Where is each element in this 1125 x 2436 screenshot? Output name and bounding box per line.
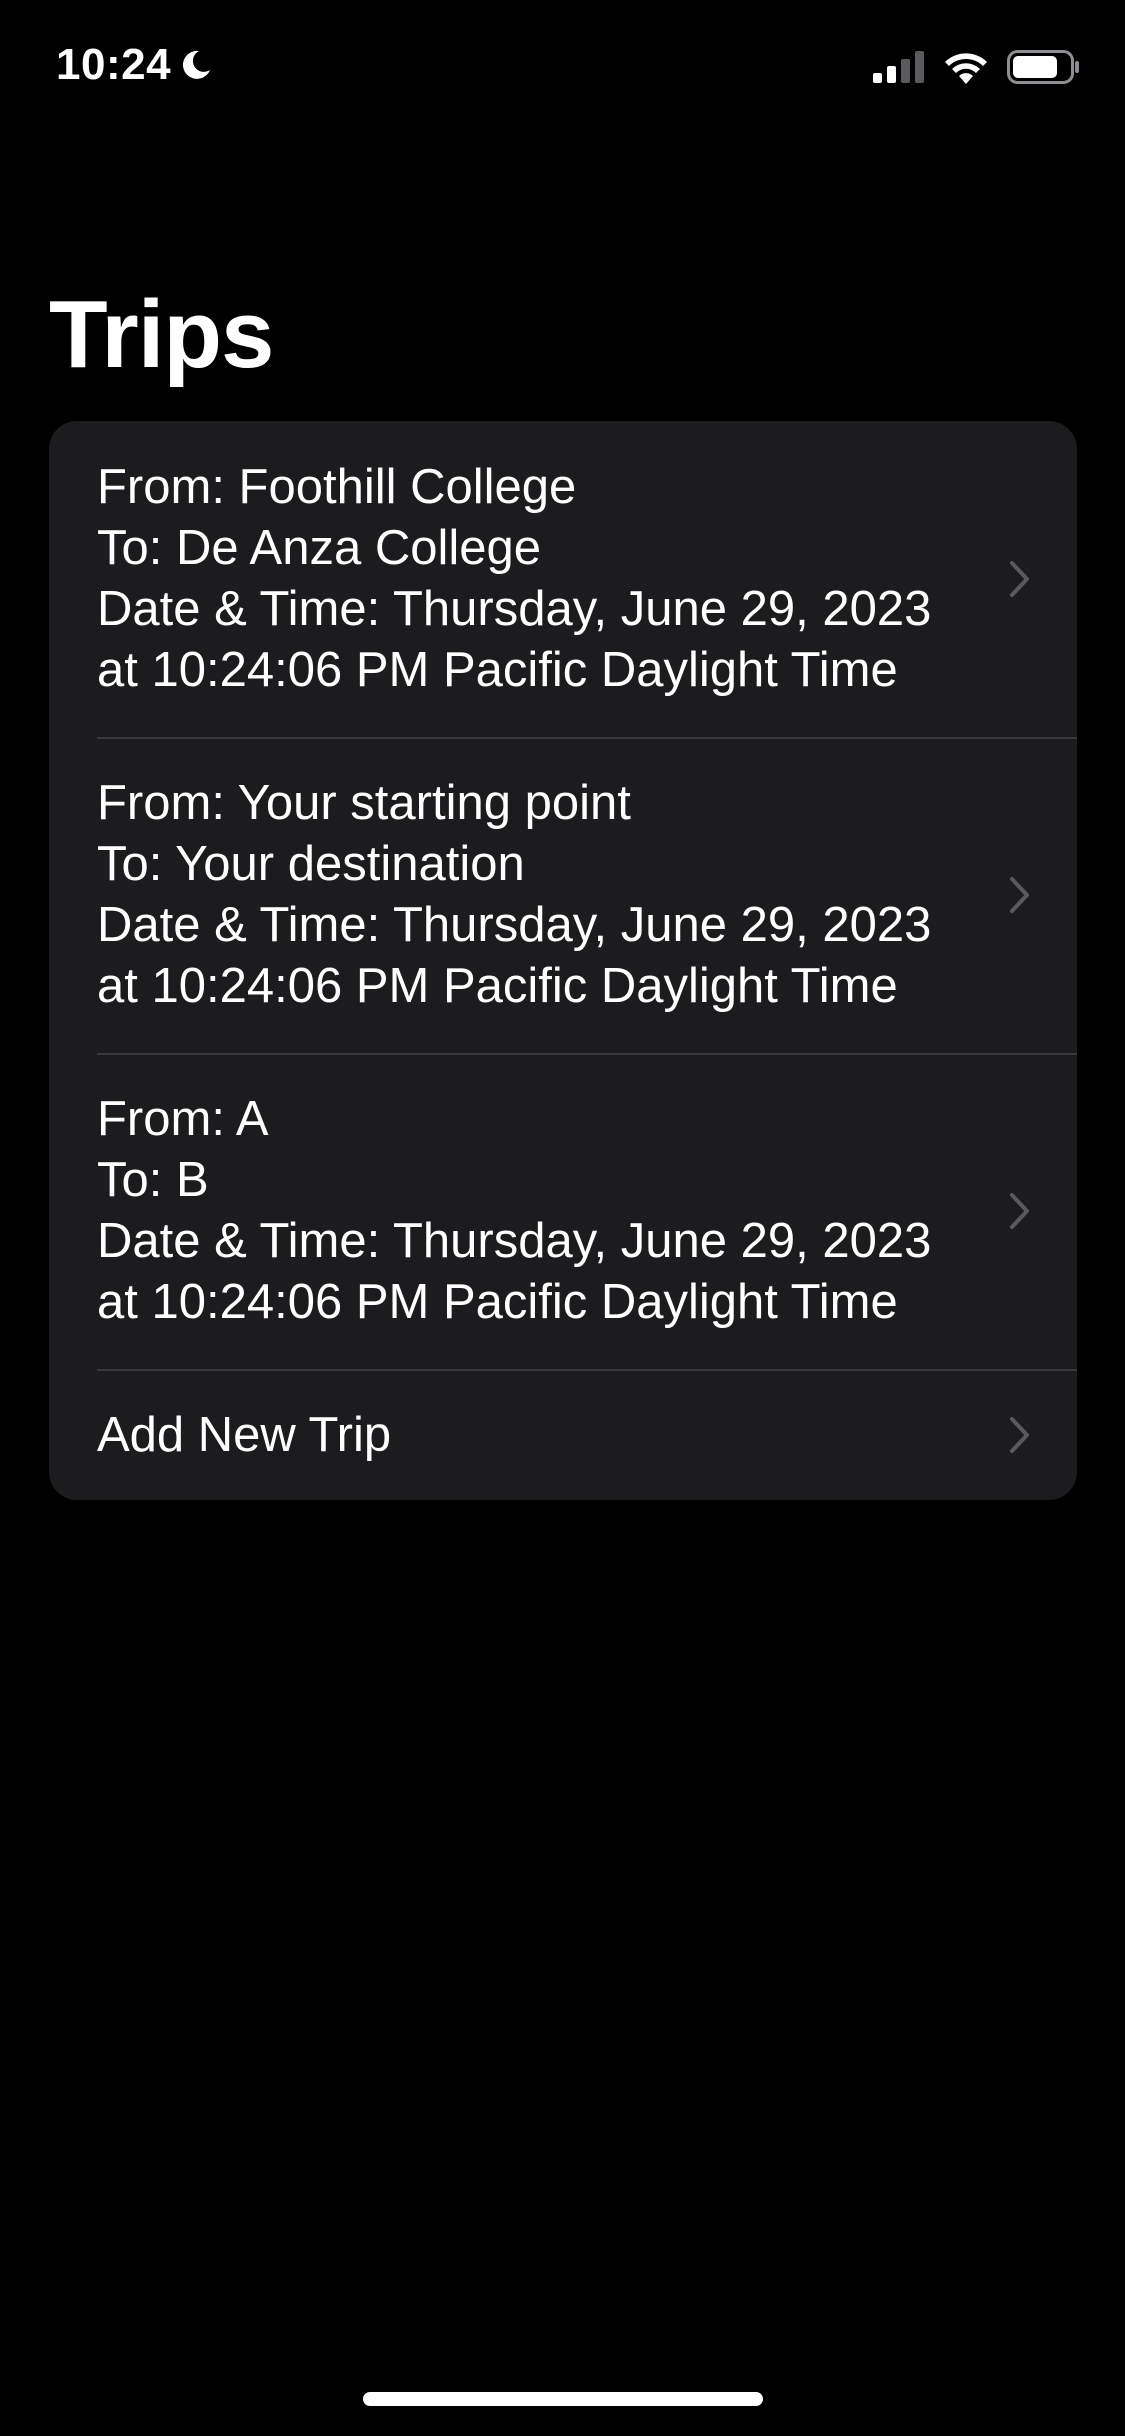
chevron-right-icon: [1010, 561, 1029, 597]
chevron-right-icon: [1010, 877, 1029, 913]
trip-date: Date & Time: Thursday, June 29, 2023 at …: [97, 1214, 932, 1329]
status-bar: 10:24: [0, 0, 1125, 140]
cellular-signal-icon: [873, 51, 924, 83]
page-title: Trips: [49, 281, 274, 388]
battery-icon: [1007, 50, 1079, 84]
trip-from: From: A: [97, 1092, 269, 1146]
chevron-right-icon: [1010, 1193, 1029, 1229]
trip-row[interactable]: From: Foothill College To: De Anza Colle…: [49, 421, 1077, 737]
status-time-label: 10:24: [56, 40, 172, 89]
add-new-trip-label: Add New Trip: [97, 1407, 392, 1462]
status-indicators: [873, 50, 1081, 84]
moon-icon: [183, 50, 211, 79]
home-indicator[interactable]: [363, 2392, 763, 2406]
trip-from: From: Foothill College: [97, 460, 577, 514]
trip-date: Date & Time: Thursday, June 29, 2023 at …: [97, 898, 932, 1013]
trip-to: To: Your destination: [97, 837, 525, 891]
trip-to: To: B: [97, 1153, 209, 1207]
add-new-trip-button[interactable]: Add New Trip: [49, 1369, 1077, 1500]
trips-list: From: Foothill College To: De Anza Colle…: [49, 421, 1077, 1500]
trip-row[interactable]: From: Your starting point To: Your desti…: [49, 737, 1077, 1053]
status-time: 10:24: [56, 40, 213, 90]
trip-to: To: De Anza College: [97, 521, 541, 575]
wifi-icon: [945, 53, 987, 84]
chevron-right-icon: [1010, 1416, 1029, 1453]
trip-row[interactable]: From: A To: B Date & Time: Thursday, Jun…: [49, 1053, 1077, 1369]
trip-from: From: Your starting point: [97, 776, 631, 830]
trip-date: Date & Time: Thursday, June 29, 2023 at …: [97, 582, 932, 697]
